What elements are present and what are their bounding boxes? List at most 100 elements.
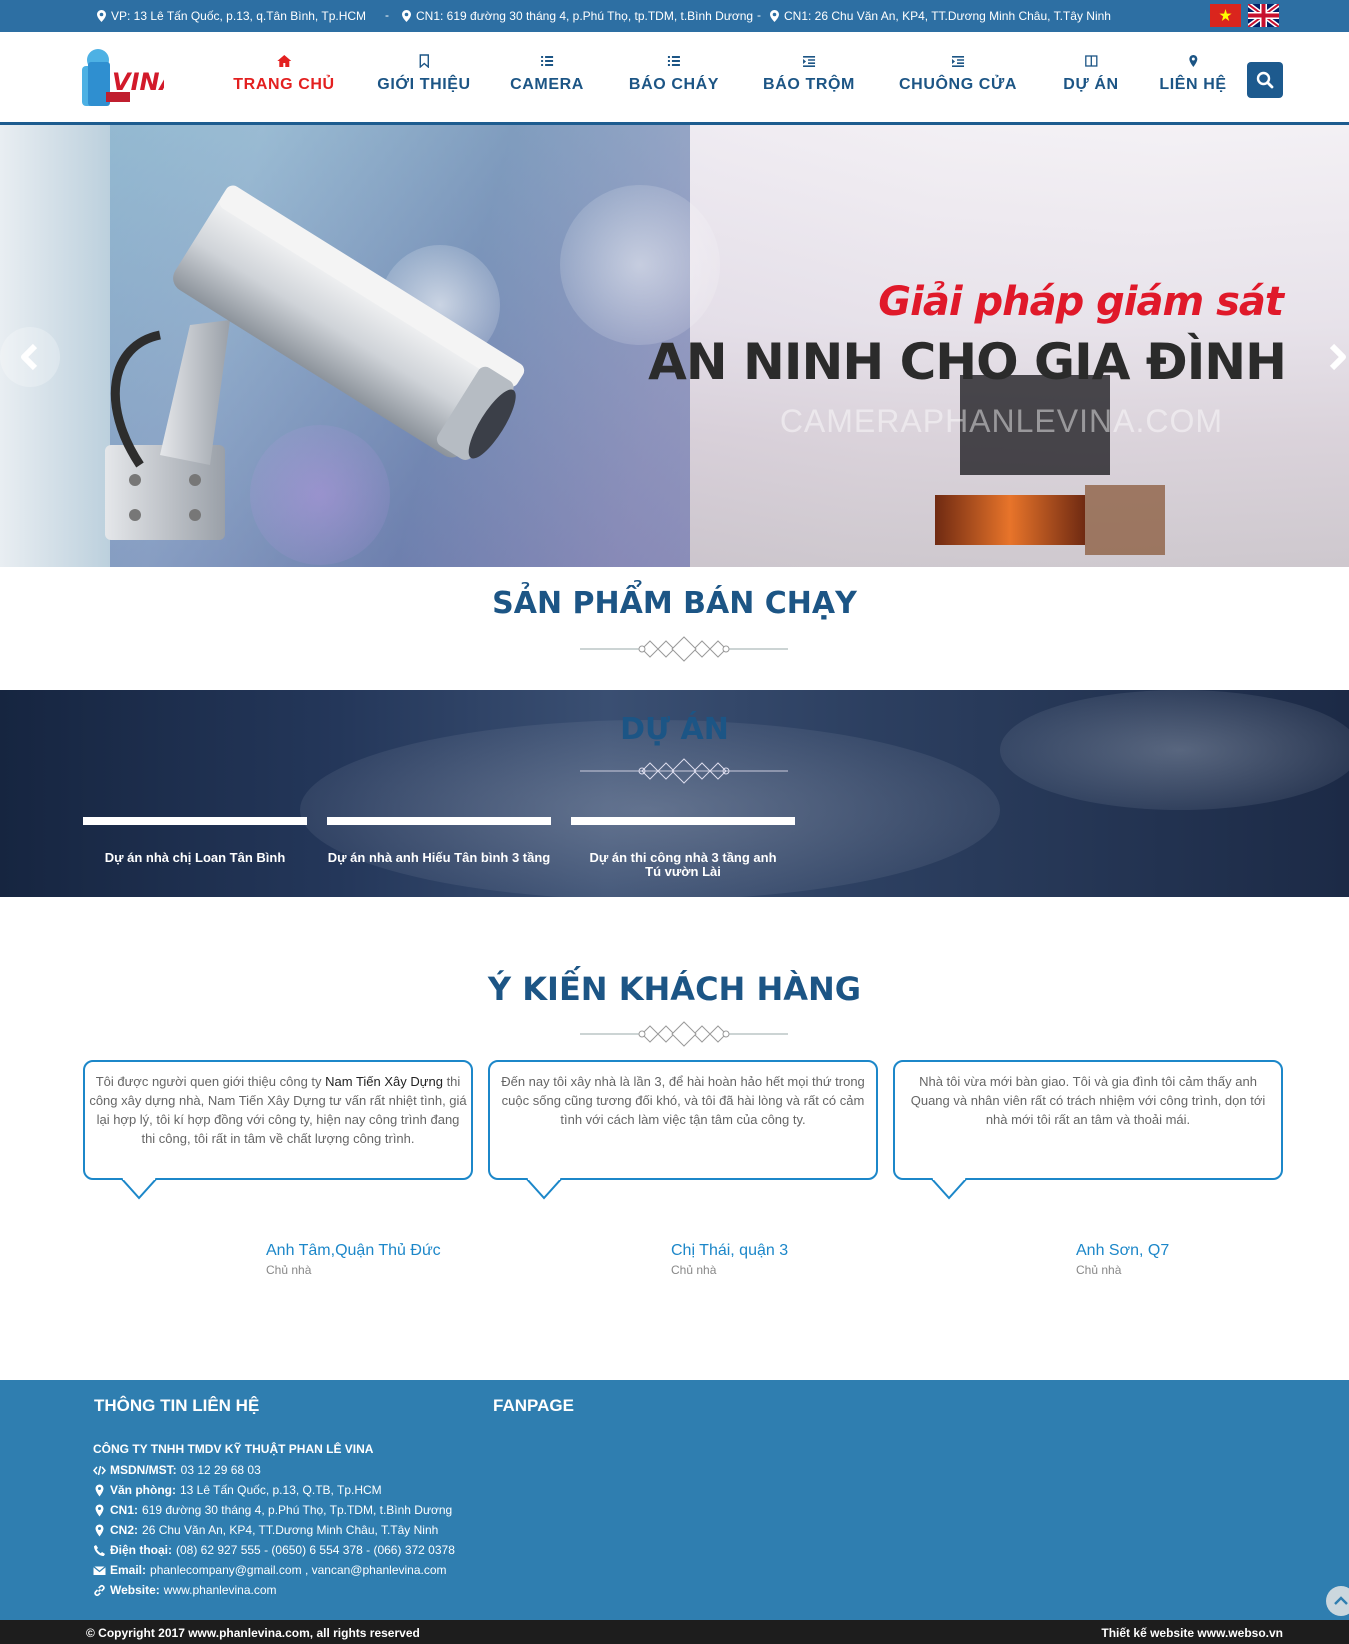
nav-label: TRANG CHỦ <box>233 76 335 93</box>
testimonial-bubble: Đến nay tôi xây nhà là lần 3, để hài hoà… <box>488 1060 878 1200</box>
chevron-up-icon <box>1334 1596 1348 1605</box>
footer-value: (08) 62 927 555 - (0650) 6 554 378 - (06… <box>176 1543 455 1557</box>
svg-text:VINA: VINA <box>112 68 164 96</box>
project-thumbnail[interactable] <box>571 817 795 825</box>
footer-label: Email: <box>110 1563 147 1577</box>
customer-role: Chủ nhà <box>1076 1263 1122 1277</box>
customer-name: Anh Tâm,Quận Thủ Đức <box>266 1242 441 1259</box>
projects-heading: DỰ ÁN <box>620 712 729 747</box>
code-icon <box>93 1465 106 1475</box>
footer-value: 03 12 29 68 03 <box>180 1463 261 1477</box>
company-logo[interactable]: VINA <box>82 46 164 110</box>
footer-label: Điện thoại: <box>110 1543 172 1557</box>
map-marker-icon <box>402 10 411 22</box>
site-footer: THÔNG TIN LIÊN HỆ FANPAGE CÔNG TY TNHH T… <box>0 1380 1349 1620</box>
banner-watermark: CAMERAPHANLEVINA.COM <box>779 403 1223 439</box>
nav-label: DỰ ÁN <box>1063 76 1119 93</box>
testimonial-bubble: Nhà tôi vừa mới bàn giao. Tôi và gia đìn… <box>893 1060 1283 1200</box>
heading-divider <box>580 758 788 784</box>
map-marker-icon <box>95 1504 104 1516</box>
copyright-text: © Copyright 2017 www.phanlevina.com, all… <box>86 1626 420 1640</box>
map-marker-icon <box>770 10 779 22</box>
nav-label: CHUÔNG CỬA <box>899 76 1017 93</box>
banner-firewood-image <box>1085 485 1165 555</box>
project-card[interactable]: Dự án nhà chị Loan Tân Bình <box>83 817 307 865</box>
customer-role: Chủ nhà <box>266 1263 312 1277</box>
office-address: VP: 13 Lê Tấn Quốc, p.13, q.Tân Bình, Tp… <box>97 9 366 23</box>
home-icon <box>277 55 291 67</box>
testimonial-company-link[interactable]: Nam Tiến Xây Dựng <box>325 1074 443 1089</box>
footer-label: MSDN/MST: <box>110 1463 177 1477</box>
testimonial-text: Đến nay tôi xây nhà là lần 3, để hài hoà… <box>501 1074 865 1127</box>
separator: - <box>757 8 761 22</box>
hero-slider: Giải pháp giám sát AN NINH CHO GIA ĐÌNH … <box>0 125 1349 567</box>
project-card[interactable]: Dự án nhà anh Hiếu Tân bình 3 tầng <box>327 817 551 865</box>
columns-icon <box>1084 55 1098 67</box>
back-to-top-button[interactable] <box>1326 1586 1349 1616</box>
footer-label: CN1: <box>110 1503 139 1517</box>
project-thumbnail[interactable] <box>327 817 551 825</box>
best-sellers-heading: SẢN PHẨM BÁN CHẠY <box>492 586 857 621</box>
customer-role: Chủ nhà <box>671 1263 717 1277</box>
footer-value: 26 Chu Văn An, KP4, TT.Dương Minh Châu, … <box>142 1523 439 1537</box>
map-marker-icon <box>97 10 106 22</box>
footer-phone: Điện thoại: (08) 62 927 555 - (0650) 6 5… <box>93 1543 455 1557</box>
heading-divider <box>580 636 788 662</box>
indent-icon <box>803 56 815 67</box>
nav-label: LIÊN HỆ <box>1159 76 1227 93</box>
nav-about[interactable]: GIỚI THIỆU <box>377 54 470 94</box>
customer-name: Chị Thái, quận 3 <box>671 1242 789 1259</box>
english-flag-icon[interactable] <box>1248 4 1279 27</box>
project-title[interactable]: Dự án nhà chị Loan Tân Bình <box>83 851 307 865</box>
separator: - <box>385 8 389 22</box>
search-button[interactable] <box>1247 62 1283 98</box>
nav-label: BÁO CHÁY <box>628 76 720 93</box>
branch2-address: CN1: 26 Chu Văn An, KP4, TT.Dương Minh C… <box>770 9 1111 23</box>
nav-fire-alarm[interactable]: BÁO CHÁY <box>629 54 719 94</box>
envelope-icon <box>93 1565 106 1575</box>
branch2-address-text: CN1: 26 Chu Văn An, KP4, TT.Dương Minh C… <box>784 9 1111 23</box>
link-icon <box>94 1584 105 1596</box>
cctv-camera-image <box>105 185 525 540</box>
footer-value[interactable]: www.phanlevina.com <box>164 1583 277 1597</box>
project-card[interactable]: Dự án thi công nhà 3 tầng anh Tú vườn Là… <box>571 817 795 879</box>
nav-burglar-alarm[interactable]: BÁO TRỘM <box>763 54 855 94</box>
footer-label: Website: <box>110 1583 160 1597</box>
nav-contact[interactable]: LIÊN HỆ <box>1159 54 1226 94</box>
nav-projects[interactable]: DỰ ÁN <box>1063 54 1118 94</box>
project-title[interactable]: Dự án thi công nhà 3 tầng anh Tú vườn Là… <box>571 851 795 879</box>
branch1-address: CN1: 619 đường 30 tháng 4, p.Phú Thọ, tp… <box>402 9 753 23</box>
search-icon <box>1256 71 1274 89</box>
branch1-address-text: CN1: 619 đường 30 tháng 4, p.Phú Thọ, tp… <box>416 9 754 23</box>
projects-background <box>1000 690 1349 810</box>
footer-value[interactable]: phanlecompany@gmail.com , vancan@phanlev… <box>150 1563 447 1577</box>
copyright-bar: © Copyright 2017 www.phanlevina.com, all… <box>0 1620 1349 1644</box>
bubble-tail <box>121 1178 157 1200</box>
footer-value: 619 đường 30 tháng 4, p.Phú Thọ, Tp.TDM,… <box>142 1503 453 1517</box>
designer-credit[interactable]: Thiết kế website www.webso.vn <box>1101 1626 1283 1640</box>
list-icon <box>667 56 680 66</box>
footer-website: Website: www.phanlevina.com <box>93 1583 277 1597</box>
slider-prev-button[interactable] <box>0 327 60 387</box>
vietnamese-flag-icon[interactable] <box>1210 4 1241 27</box>
nav-camera[interactable]: CAMERA <box>510 54 584 94</box>
footer-email: Email: phanlecompany@gmail.com , vancan@… <box>93 1563 447 1577</box>
fanpage-heading: FANPAGE <box>493 1396 574 1415</box>
footer-label: Văn phòng: <box>110 1483 176 1497</box>
testimonial-bubble: Tôi được người quen giới thiệu công ty N… <box>83 1060 473 1200</box>
bubble-tail <box>931 1178 967 1200</box>
footer-tax-id: MSDN/MST: 03 12 29 68 03 <box>93 1463 261 1477</box>
nav-doorbell[interactable]: CHUÔNG CỬA <box>899 54 1017 94</box>
office-address-text: VP: 13 Lê Tấn Quốc, p.13, q.Tân Bình, Tp… <box>111 9 367 23</box>
bookmark-icon <box>419 54 429 68</box>
project-thumbnail[interactable] <box>83 817 307 825</box>
heading-divider <box>580 1021 788 1047</box>
testimonials-heading: Ý KIẾN KHÁCH HÀNG <box>487 970 862 1008</box>
footer-branch2: CN2: 26 Chu Văn An, KP4, TT.Dương Minh C… <box>93 1523 438 1537</box>
customer-name: Anh Sơn, Q7 <box>1076 1242 1170 1259</box>
footer-office: Văn phòng: 13 Lê Tấn Quốc, p.13, Q.TB, T… <box>93 1483 382 1497</box>
chevron-right-icon <box>1329 343 1346 371</box>
nav-home[interactable]: TRANG CHỦ <box>233 54 334 94</box>
project-title[interactable]: Dự án nhà anh Hiếu Tân bình 3 tầng <box>327 851 551 865</box>
chevron-left-icon <box>21 343 38 371</box>
